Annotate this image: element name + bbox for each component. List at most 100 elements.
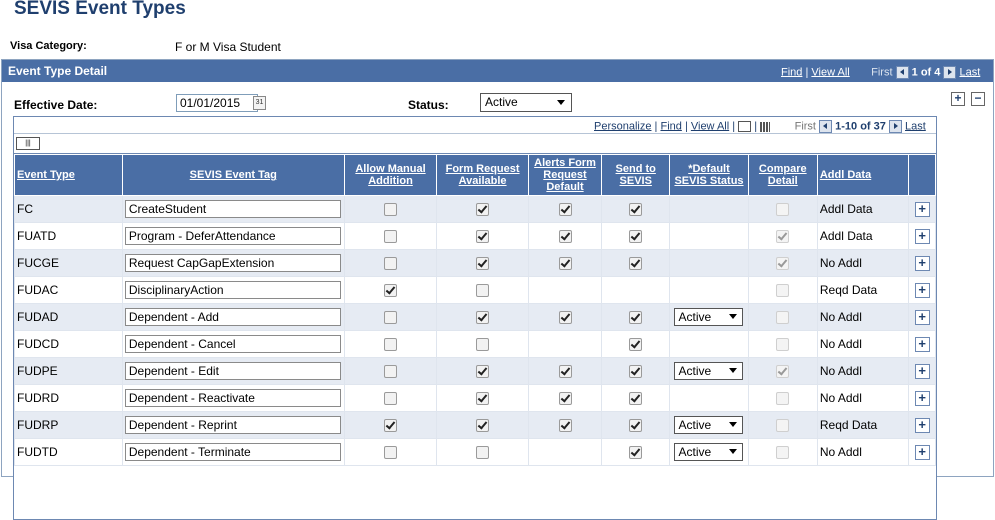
allow-manual-checkbox[interactable]: [384, 446, 397, 460]
form-request-checkbox[interactable]: [476, 392, 490, 406]
add-row-icon[interactable]: +: [914, 255, 930, 271]
alerts-default-checkbox[interactable]: [558, 365, 572, 379]
form-request-checkbox[interactable]: [476, 338, 490, 352]
effective-date-field[interactable]: 01/01/2015: [176, 94, 258, 112]
sevis-event-tag-input[interactable]: Dependent - Terminate: [124, 443, 341, 461]
sevis-event-tag-input[interactable]: DisciplinaryAction: [124, 281, 341, 299]
add-row-icon[interactable]: +: [914, 282, 930, 298]
addl-data-cell: Addl Data: [816, 222, 910, 250]
chevron-down-icon: [729, 422, 738, 427]
add-row-icon[interactable]: +: [914, 363, 930, 379]
alerts-default-checkbox[interactable]: [558, 230, 572, 244]
grid-prev-icon[interactable]: [819, 120, 833, 133]
form-request-checkbox[interactable]: [476, 446, 490, 460]
detail-title: Event Type Detail: [8, 64, 108, 78]
addl-data-cell: No Addl: [816, 330, 910, 358]
next-icon[interactable]: [943, 66, 957, 79]
send-to-sevis-checkbox[interactable]: [629, 338, 643, 352]
col-compare-detail[interactable]: Compare Detail: [747, 154, 818, 196]
personalize-link[interactable]: Personalize: [594, 120, 651, 132]
visa-category-value: F or M Visa Student: [175, 40, 281, 54]
send-to-sevis-checkbox[interactable]: [629, 419, 643, 433]
form-request-checkbox[interactable]: [476, 257, 490, 271]
allow-manual-checkbox[interactable]: [384, 392, 397, 406]
add-row-icon[interactable]: +: [914, 201, 930, 217]
alerts-default-checkbox[interactable]: [558, 419, 572, 433]
col-default-sevis-status[interactable]: *Default SEVIS Status: [669, 154, 749, 196]
sevis-event-tag-input[interactable]: Program - DeferAttendance: [124, 227, 341, 245]
allow-manual-checkbox[interactable]: [384, 338, 397, 352]
sevis-event-tag-input[interactable]: Dependent - Reprint: [124, 416, 341, 434]
form-request-checkbox[interactable]: [476, 284, 490, 298]
status-select[interactable]: Active: [480, 93, 572, 112]
add-row-icon[interactable]: +: [914, 390, 930, 406]
add-row-icon[interactable]: +: [914, 228, 930, 244]
form-request-checkbox[interactable]: [476, 203, 490, 217]
allow-manual-checkbox[interactable]: [384, 419, 397, 433]
detail-find-link[interactable]: Find: [781, 66, 802, 78]
allow-manual-checkbox[interactable]: [384, 284, 397, 298]
detail-last-link[interactable]: Last: [960, 66, 981, 78]
table-row: FUDPE Dependent - Edit Active No Addl +: [14, 357, 936, 385]
add-row-icon[interactable]: +: [914, 336, 930, 352]
grid-nav: Personalize | Find | View All | | First …: [14, 117, 936, 134]
compare-detail-checkbox: [776, 203, 790, 217]
col-form-request-available[interactable]: Form Request Available: [436, 154, 529, 196]
detail-view-all-link[interactable]: View All: [811, 66, 849, 78]
delete-row-button[interactable]: −: [971, 92, 985, 106]
sevis-event-tag-input[interactable]: Dependent - Edit: [124, 362, 341, 380]
add-row-icon[interactable]: +: [914, 417, 930, 433]
prev-icon[interactable]: [895, 66, 909, 79]
alerts-default-checkbox[interactable]: [558, 392, 572, 406]
grid-next-icon[interactable]: [888, 120, 902, 133]
send-to-sevis-checkbox[interactable]: [629, 203, 643, 217]
send-to-sevis-checkbox[interactable]: [629, 392, 643, 406]
col-allow-manual-addition[interactable]: Allow Manual Addition: [343, 154, 438, 196]
form-request-checkbox[interactable]: [476, 311, 490, 325]
allow-manual-checkbox[interactable]: [384, 365, 397, 379]
event-type-cell: FUDPE: [14, 357, 123, 385]
add-row-button[interactable]: +: [951, 92, 965, 106]
compare-detail-checkbox: [776, 338, 790, 352]
sevis-event-tag-input[interactable]: Dependent - Add: [124, 308, 341, 326]
col-event-type[interactable]: Event Type: [14, 154, 123, 196]
sevis-event-tag-input[interactable]: Dependent - Cancel: [124, 335, 341, 353]
send-to-sevis-checkbox[interactable]: [629, 230, 643, 244]
form-request-checkbox[interactable]: [476, 419, 490, 433]
grid-view-all-link[interactable]: View All: [691, 120, 729, 132]
default-status-select[interactable]: Active: [674, 362, 744, 380]
alerts-default-checkbox[interactable]: [558, 311, 572, 325]
chevron-down-icon: [557, 100, 565, 105]
calendar-icon[interactable]: 31: [253, 96, 266, 110]
show-all-columns-icon[interactable]: |||: [16, 137, 40, 150]
col-addl-data[interactable]: Addl Data: [816, 154, 910, 196]
send-to-sevis-checkbox[interactable]: [629, 257, 643, 271]
sevis-event-tag-input[interactable]: CreateStudent: [124, 200, 341, 218]
sevis-event-tag-input[interactable]: Dependent - Reactivate: [124, 389, 341, 407]
addl-data-cell: No Addl: [816, 303, 910, 331]
allow-manual-checkbox[interactable]: [384, 311, 397, 325]
col-sevis-event-tag[interactable]: SEVIS Event Tag: [121, 154, 345, 196]
col-alerts-form-request-default[interactable]: Alerts Form Request Default: [527, 154, 603, 196]
grid-last-link[interactable]: Last: [905, 120, 926, 132]
add-row-icon[interactable]: +: [914, 444, 930, 460]
form-request-checkbox[interactable]: [476, 230, 490, 244]
add-row-icon[interactable]: +: [914, 309, 930, 325]
allow-manual-checkbox[interactable]: [384, 230, 397, 244]
allow-manual-checkbox[interactable]: [384, 257, 397, 271]
alerts-default-checkbox[interactable]: [558, 257, 572, 271]
send-to-sevis-checkbox[interactable]: [629, 446, 643, 460]
default-status-select[interactable]: Active: [674, 416, 744, 434]
allow-manual-checkbox[interactable]: [384, 203, 397, 217]
download-icon[interactable]: [760, 121, 771, 132]
sevis-event-tag-input[interactable]: Request CapGapExtension: [124, 254, 341, 272]
alerts-default-checkbox[interactable]: [558, 203, 572, 217]
grid-find-link[interactable]: Find: [660, 120, 681, 132]
default-status-select[interactable]: Active: [674, 308, 744, 326]
col-send-to-sevis[interactable]: Send to SEVIS: [601, 154, 671, 196]
form-request-checkbox[interactable]: [476, 365, 490, 379]
default-status-select[interactable]: Active: [674, 443, 744, 461]
send-to-sevis-checkbox[interactable]: [629, 365, 643, 379]
zoom-icon[interactable]: [738, 121, 752, 132]
send-to-sevis-checkbox[interactable]: [629, 311, 643, 325]
